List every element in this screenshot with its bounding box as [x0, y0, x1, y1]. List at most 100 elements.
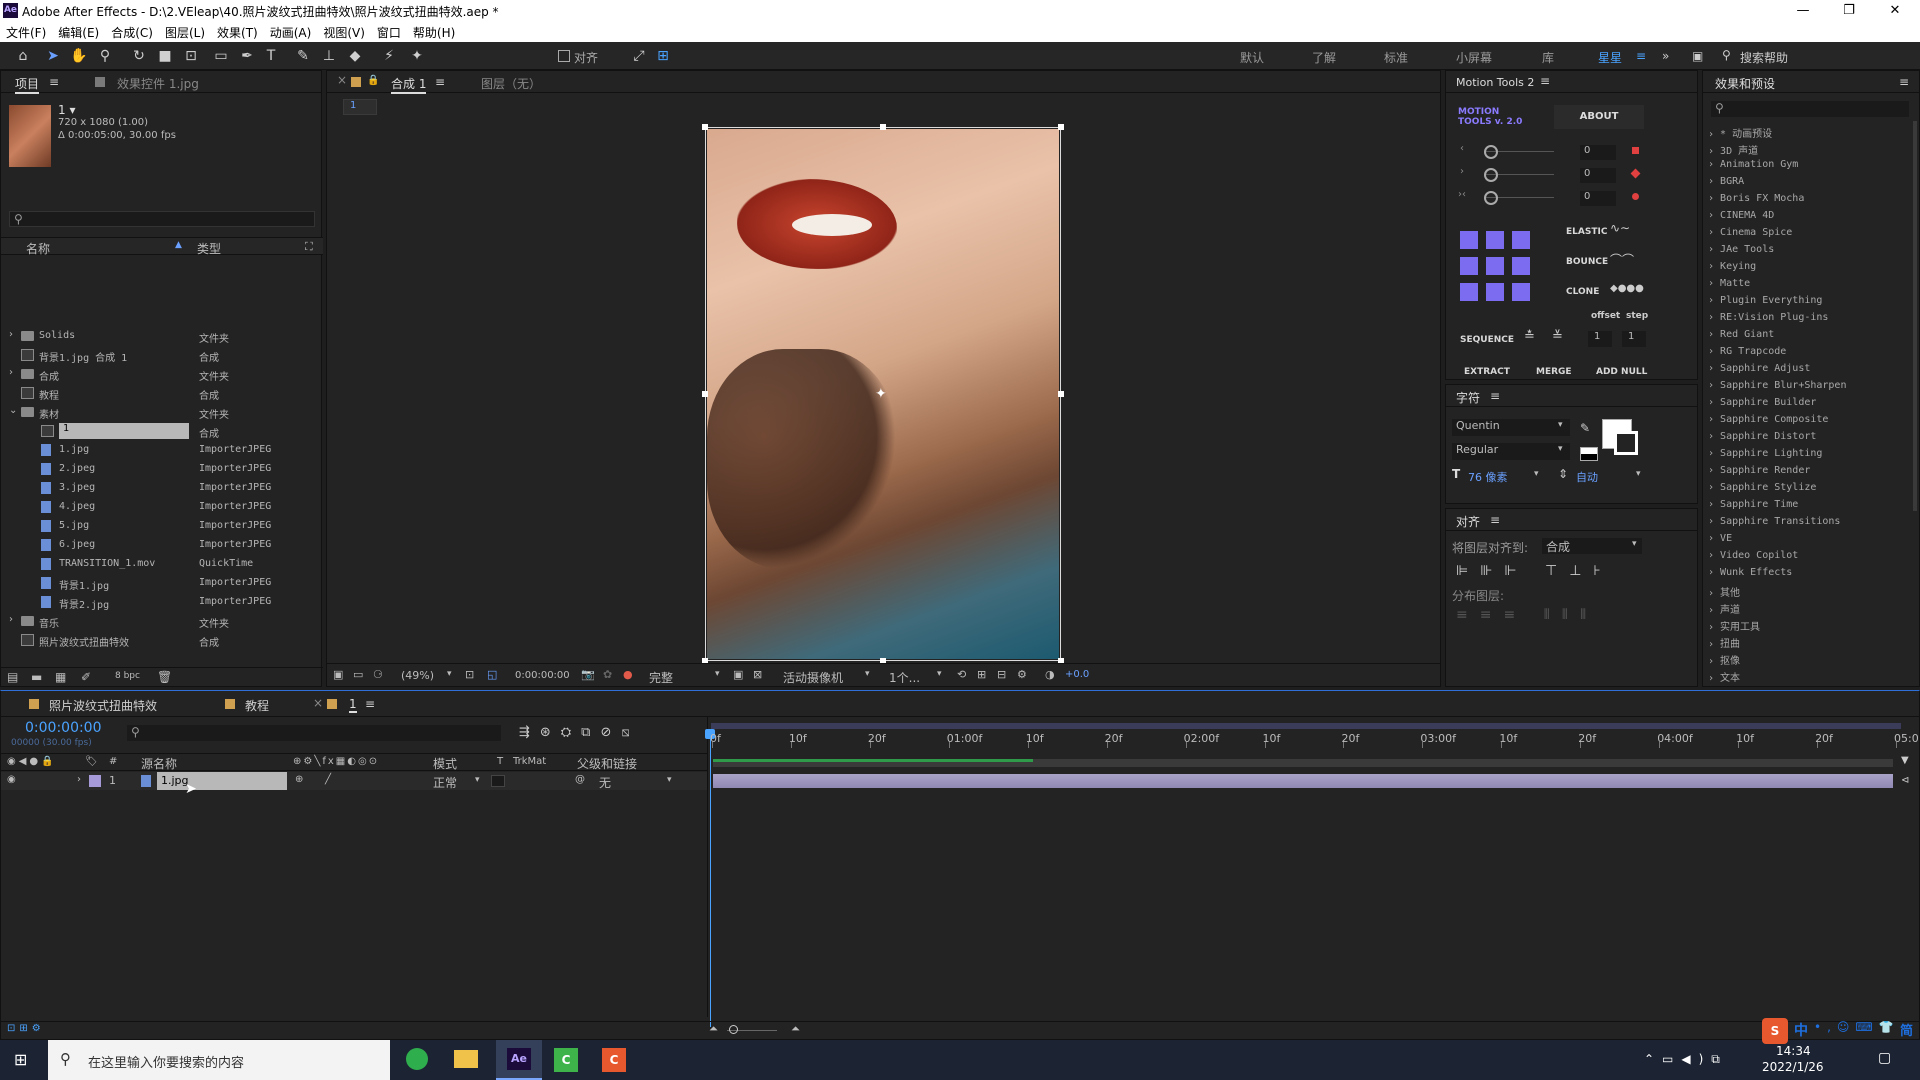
align-to-dropdown[interactable]: 合成: [1542, 538, 1642, 554]
chevron-down-icon[interactable]: ▾: [937, 669, 942, 679]
layer-row[interactable]: ◉ › 1 1.jpg ⊕ ╱ 正常 ▾ @ 无 ▾: [1, 772, 707, 790]
fit-icon[interactable]: ⊡: [465, 668, 474, 681]
clock-date[interactable]: 2022/1/26: [1762, 1060, 1824, 1074]
menu-edit[interactable]: 编辑(E): [52, 22, 105, 41]
workspace-standard[interactable]: 标准: [1384, 49, 1408, 66]
anchor-point-icon[interactable]: ✦: [875, 386, 887, 402]
project-item-row[interactable]: 4.jpeg ImporterJPEG: [9, 498, 321, 517]
minimize-button[interactable]: —: [1780, 0, 1826, 22]
views-dropdown[interactable]: 1个...: [889, 669, 920, 686]
channels-icon[interactable]: ●: [623, 668, 633, 681]
tab-effect-controls[interactable]: 效果控件 1.jpg: [117, 75, 199, 92]
font-family-dropdown[interactable]: Quentin: [1452, 419, 1570, 436]
system-tray-icons[interactable]: ⌃▭◀)⧉: [1644, 1052, 1728, 1067]
anchor-grid[interactable]: [1460, 231, 1530, 301]
delete-icon[interactable]: 🗑: [157, 670, 172, 684]
effects-category[interactable]: › Sapphire Render: [1708, 465, 1810, 476]
value-input-2[interactable]: 0: [1580, 168, 1616, 183]
more-workspaces-icon[interactable]: »: [1662, 49, 1669, 63]
tab-tutorial[interactable]: 教程: [245, 697, 269, 714]
tab-layer[interactable]: 图层（无）: [481, 75, 541, 92]
effects-category[interactable]: › CINEMA 4D: [1708, 210, 1774, 221]
quality-switch-icon[interactable]: ╱: [325, 774, 331, 785]
project-item-row[interactable]: 教程 合成: [9, 384, 321, 403]
zoom-tool-icon[interactable]: ⚲: [96, 47, 114, 65]
tab-composition[interactable]: 合成 1: [391, 75, 427, 94]
flowchart-icon[interactable]: ⛶: [305, 240, 313, 254]
zoom-slider-knob[interactable]: [729, 1025, 738, 1034]
camera-tool-icon[interactable]: ■: [156, 47, 174, 65]
brush-tool-icon[interactable]: ✎: [294, 47, 312, 65]
snap-target-icon[interactable]: ⊞: [654, 47, 672, 65]
project-item-row[interactable]: 背景2.jpg ImporterJPEG: [9, 593, 321, 612]
roi-icon[interactable]: ▣: [733, 668, 743, 681]
pen-tool-icon[interactable]: ✒: [238, 47, 256, 65]
pan-behind-tool-icon[interactable]: ⊡: [182, 47, 200, 65]
playhead-line[interactable]: [710, 731, 711, 1027]
after-effects-taskbar-button[interactable]: Ae: [496, 1040, 542, 1080]
exposure-icon[interactable]: ◑: [1045, 668, 1055, 681]
project-item-row[interactable]: › Solids 文件夹: [9, 327, 321, 346]
time-ruler-label[interactable]: 01:00f: [947, 732, 983, 745]
timeline-timecode[interactable]: 0:00:00:00: [25, 720, 102, 736]
effects-category[interactable]: › Sapphire Time: [1708, 499, 1798, 510]
panel-menu-icon[interactable]: ≡: [1490, 389, 1500, 403]
effects-category[interactable]: › 实用工具: [1708, 618, 1760, 633]
extract-button[interactable]: EXTRACT: [1464, 367, 1510, 377]
project-search-input[interactable]: ⚲: [9, 211, 315, 227]
expand-chevron-icon[interactable]: ›: [9, 614, 13, 625]
help-search[interactable]: ⚲ 搜索帮助: [1722, 47, 1912, 65]
effects-category[interactable]: › Sapphire Builder: [1708, 397, 1816, 408]
lock-icon[interactable]: 🔒: [367, 75, 379, 86]
sequence-left-icon[interactable]: ≛: [1524, 329, 1535, 344]
effects-category[interactable]: › Red Giant: [1708, 329, 1774, 340]
menu-layer[interactable]: 图层(L): [159, 22, 211, 41]
col-mode[interactable]: 模式: [433, 755, 457, 772]
close-tab-icon[interactable]: ×: [313, 696, 323, 710]
col-name[interactable]: 名称: [26, 240, 50, 257]
panel-menu-icon[interactable]: ≡: [1540, 74, 1550, 88]
timeline-switch-icons[interactable]: ⇶⊛⛭⧉⊘⧅: [519, 725, 640, 740]
value-input-1[interactable]: 0: [1580, 145, 1616, 160]
bounce-button[interactable]: BOUNCE: [1566, 257, 1608, 267]
ime-toolbar-icons[interactable]: •,☺⌨👕: [1814, 1020, 1900, 1034]
add-null-button[interactable]: ADD NULL: [1596, 367, 1647, 377]
project-item-row[interactable]: 背景1.jpg ImporterJPEG: [9, 574, 321, 593]
chevron-down-icon[interactable]: ▾: [865, 669, 870, 679]
zoom-in-icon[interactable]: ⏶: [791, 1022, 800, 1036]
work-area-range[interactable]: [711, 723, 1901, 729]
keyframe-diamond-icon[interactable]: [1630, 168, 1641, 179]
monitor-icon[interactable]: ▭: [353, 668, 363, 681]
distribute-buttons-row[interactable]: ≡≡≡ ⦀⦀⦀: [1456, 607, 1598, 623]
snap-icon[interactable]: ⤢: [630, 47, 648, 65]
effects-category[interactable]: › Plugin Everything: [1708, 295, 1822, 306]
effects-category[interactable]: › Sapphire Blur+Sharpen: [1708, 380, 1846, 391]
rotate-tool-icon[interactable]: ↻: [130, 47, 148, 65]
zoom-out-icon[interactable]: ⏶: [709, 1022, 718, 1036]
clone-stamp-tool-icon[interactable]: ⊥: [320, 47, 338, 65]
taskbar-search[interactable]: ⚲ 在这里输入你要搜索的内容: [48, 1040, 390, 1080]
project-item-row[interactable]: 6.jpeg ImporterJPEG: [9, 536, 321, 555]
handle-ml[interactable]: [702, 391, 708, 397]
time-ruler-label[interactable]: 05:0: [1894, 732, 1919, 745]
handle-tc[interactable]: [880, 124, 886, 130]
snapshot-icon[interactable]: 📷: [581, 668, 595, 681]
project-item-row[interactable]: 3.jpeg ImporterJPEG: [9, 479, 321, 498]
sequence-right-icon[interactable]: ≚: [1552, 329, 1563, 344]
keyframe-red-icon[interactable]: [1632, 147, 1639, 154]
comp-breadcrumb[interactable]: 1: [343, 99, 377, 115]
roto-brush-tool-icon[interactable]: ⚡: [380, 47, 398, 65]
workspace-menu-icon[interactable]: ≡: [1636, 49, 1646, 63]
effects-category[interactable]: › Matte: [1708, 278, 1750, 289]
effects-category[interactable]: › Sapphire Adjust: [1708, 363, 1810, 374]
font-size-value[interactable]: 76 像素: [1468, 469, 1508, 485]
workspace-default[interactable]: 默认: [1240, 49, 1264, 66]
work-area-bar[interactable]: [711, 723, 1901, 729]
effects-category[interactable]: › JAe Tools: [1708, 244, 1774, 255]
show-snapshot-icon[interactable]: ✿: [603, 668, 612, 681]
effects-category[interactable]: › 扭曲: [1708, 635, 1740, 650]
keyframe-circle-icon[interactable]: [1632, 193, 1639, 200]
effects-category[interactable]: › 抠像: [1708, 652, 1740, 667]
home-icon[interactable]: ⌂: [14, 47, 32, 65]
always-preview-icon[interactable]: ▣: [333, 668, 343, 681]
